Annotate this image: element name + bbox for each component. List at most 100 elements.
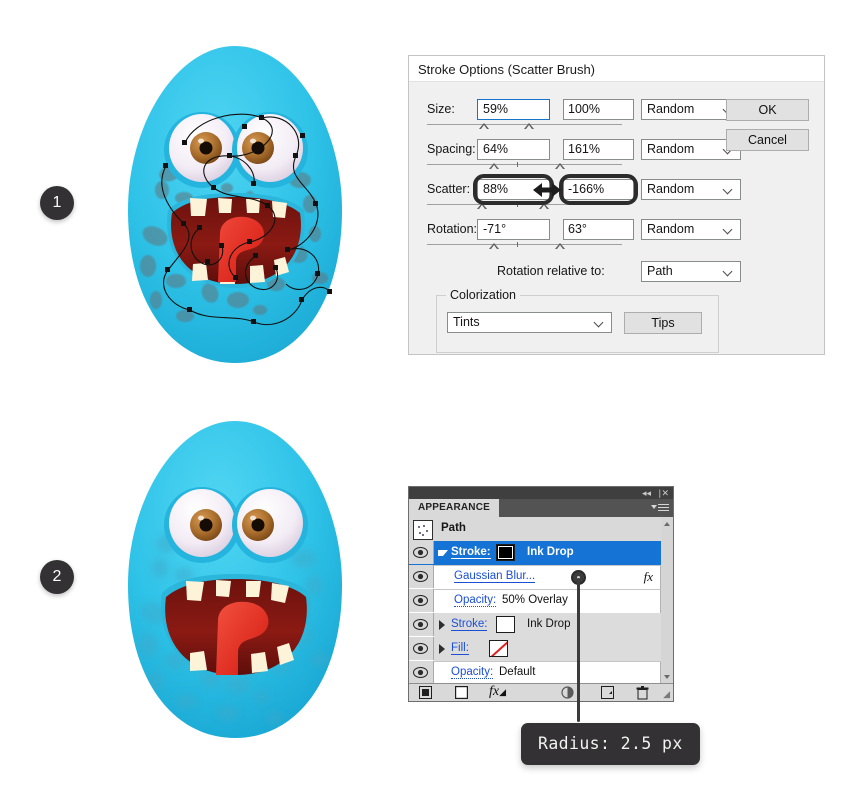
- rotation-label: Rotation:: [427, 222, 478, 236]
- scatter-row: Scatter: 88% -166% Random: [427, 174, 741, 209]
- disclosure-triangle-icon[interactable]: [438, 550, 448, 556]
- resize-grip-icon[interactable]: ◢: [663, 689, 670, 700]
- spacing-slider-min-handle[interactable]: [489, 163, 499, 169]
- row-body[interactable]: Stroke: Ink Drop: [434, 541, 661, 565]
- appearance-row-gaussian-blur[interactable]: Gaussian Blur... fx: [409, 565, 661, 590]
- size-label: Size:: [427, 102, 455, 116]
- size-slider-max-handle[interactable]: [524, 123, 534, 129]
- rotation-slider-track[interactable]: [427, 244, 622, 245]
- monster-illustration-step2: [110, 413, 360, 748]
- close-icon[interactable]: ✕: [661, 488, 669, 498]
- scatter-slider-min-handle[interactable]: [477, 203, 487, 209]
- row-body[interactable]: Fill:: [434, 637, 661, 661]
- fill-color-swatch[interactable]: [489, 640, 508, 657]
- panel-tabbar: APPEARANCE: [409, 499, 673, 517]
- visibility-toggle-icon[interactable]: [409, 565, 434, 588]
- rotation-mode-select[interactable]: Random: [641, 219, 741, 240]
- scatter-slider-max-handle[interactable]: [539, 203, 549, 209]
- scatter-mode-select[interactable]: Random: [641, 179, 741, 200]
- appearance-row-fill[interactable]: Fill:: [409, 637, 661, 662]
- row-label[interactable]: Opacity:: [451, 666, 494, 679]
- size-slider-min-handle[interactable]: [479, 123, 489, 129]
- scroll-up-icon[interactable]: [664, 522, 670, 526]
- object-label: Path: [441, 522, 466, 534]
- row-label[interactable]: Opacity:: [454, 594, 497, 607]
- row-body[interactable]: Stroke: Ink Drop: [434, 613, 661, 637]
- visibility-toggle-icon[interactable]: [409, 589, 434, 612]
- tips-button[interactable]: Tips: [624, 312, 702, 334]
- appearance-row-opacity-2[interactable]: Opacity: Default: [409, 661, 661, 685]
- row-body[interactable]: Opacity: 50% Overlay: [434, 589, 661, 613]
- step-badge-2: 2: [40, 560, 74, 594]
- tab-appearance[interactable]: APPEARANCE: [409, 499, 500, 517]
- appearance-row-opacity-1[interactable]: Opacity: 50% Overlay: [409, 589, 661, 614]
- rotation-min-input[interactable]: -71°: [477, 219, 550, 240]
- disclosure-triangle-icon[interactable]: [439, 644, 445, 654]
- appearance-row-area: Path Stroke: Ink Drop Gaussian Blur... f…: [409, 517, 661, 684]
- dialog-title: Stroke Options (Scatter Brush): [418, 62, 596, 77]
- double-arrow-icon: [533, 183, 561, 197]
- rotation-slider-max-handle[interactable]: [555, 243, 565, 249]
- scroll-down-icon[interactable]: [664, 675, 670, 679]
- appearance-row-stroke-2[interactable]: Stroke: Ink Drop: [409, 613, 661, 638]
- visibility-toggle-icon[interactable]: [409, 541, 434, 564]
- visibility-toggle-icon[interactable]: [409, 661, 434, 684]
- monster-svg-1: [128, 46, 342, 363]
- size-mode-value: Random: [647, 102, 695, 116]
- cancel-button[interactable]: Cancel: [726, 129, 809, 151]
- new-stroke-icon[interactable]: [454, 685, 469, 702]
- colorization-method-select[interactable]: Tints: [447, 312, 612, 333]
- stroke-color-swatch[interactable]: [496, 544, 515, 561]
- spacing-label: Spacing:: [427, 142, 476, 156]
- scatter-mode-value: Random: [647, 182, 695, 196]
- monster-illustration-step1: [110, 38, 360, 373]
- row-label[interactable]: Gaussian Blur...: [454, 570, 536, 583]
- step-badge-2-number: 2: [52, 568, 62, 585]
- chevron-down-icon: [595, 319, 604, 324]
- appearance-panel: ◂◂ | ✕ APPEARANCE Path Stroke: Ink Drop …: [408, 486, 674, 702]
- appearance-object-header: Path: [409, 517, 661, 542]
- row-body[interactable]: Opacity: Default: [434, 661, 661, 685]
- row-value: Default: [499, 666, 536, 678]
- row-label[interactable]: Stroke:: [451, 618, 488, 631]
- stroke-options-dialog: Stroke Options (Scatter Brush) Size: 59%…: [408, 55, 825, 355]
- visibility-toggle-icon[interactable]: [409, 613, 434, 636]
- stroke-color-swatch[interactable]: [496, 616, 515, 633]
- disclosure-triangle-icon[interactable]: [439, 620, 445, 630]
- spacing-slider-max-handle[interactable]: [555, 163, 565, 169]
- scatter-slider-track[interactable]: [427, 204, 622, 205]
- rotation-max-input[interactable]: 63°: [563, 219, 634, 240]
- new-fill-icon[interactable]: [419, 686, 432, 702]
- rotation-relative-select[interactable]: Path: [641, 261, 741, 282]
- step-badge-1-number: 1: [52, 194, 62, 211]
- size-row: Size: 59% 100% Random: [427, 99, 741, 129]
- fx-icon[interactable]: fx: [644, 569, 653, 585]
- panel-menu-icon[interactable]: [651, 503, 669, 513]
- duplicate-item-icon[interactable]: [601, 686, 614, 702]
- monster-svg-2: [128, 421, 342, 738]
- spacing-max-input[interactable]: 161%: [563, 139, 634, 160]
- dialog-title-bar: Stroke Options (Scatter Brush): [409, 56, 824, 82]
- delete-item-icon[interactable]: [636, 686, 649, 703]
- rotation-row: Rotation: -71° 63° Random: [427, 219, 741, 249]
- spacing-slider-track[interactable]: [427, 164, 622, 165]
- appearance-row-stroke-1[interactable]: Stroke: Ink Drop: [409, 541, 661, 566]
- row-body[interactable]: Gaussian Blur... fx: [434, 565, 661, 589]
- spacing-min-input[interactable]: 64%: [477, 139, 550, 160]
- object-thumbnail: [413, 520, 433, 540]
- row-value: Ink Drop: [527, 546, 574, 558]
- add-effect-icon[interactable]: fx◢: [489, 684, 506, 700]
- panel-scrollbar[interactable]: [660, 517, 673, 684]
- rotation-relative-value: Path: [647, 264, 673, 278]
- row-label[interactable]: Fill:: [451, 642, 469, 655]
- collapse-icon[interactable]: ◂◂: [642, 488, 651, 498]
- size-max-input[interactable]: 100%: [563, 99, 634, 120]
- scatter-max-input[interactable]: -166%: [563, 179, 634, 200]
- rotation-slider-min-handle[interactable]: [489, 243, 499, 249]
- clear-appearance-icon[interactable]: [561, 686, 574, 702]
- size-min-input[interactable]: 59%: [477, 99, 550, 120]
- row-label[interactable]: Stroke:: [451, 546, 491, 559]
- ok-button[interactable]: OK: [726, 99, 809, 121]
- visibility-toggle-icon[interactable]: [409, 637, 434, 660]
- panel-content: Path Stroke: Ink Drop Gaussian Blur... f…: [409, 517, 673, 684]
